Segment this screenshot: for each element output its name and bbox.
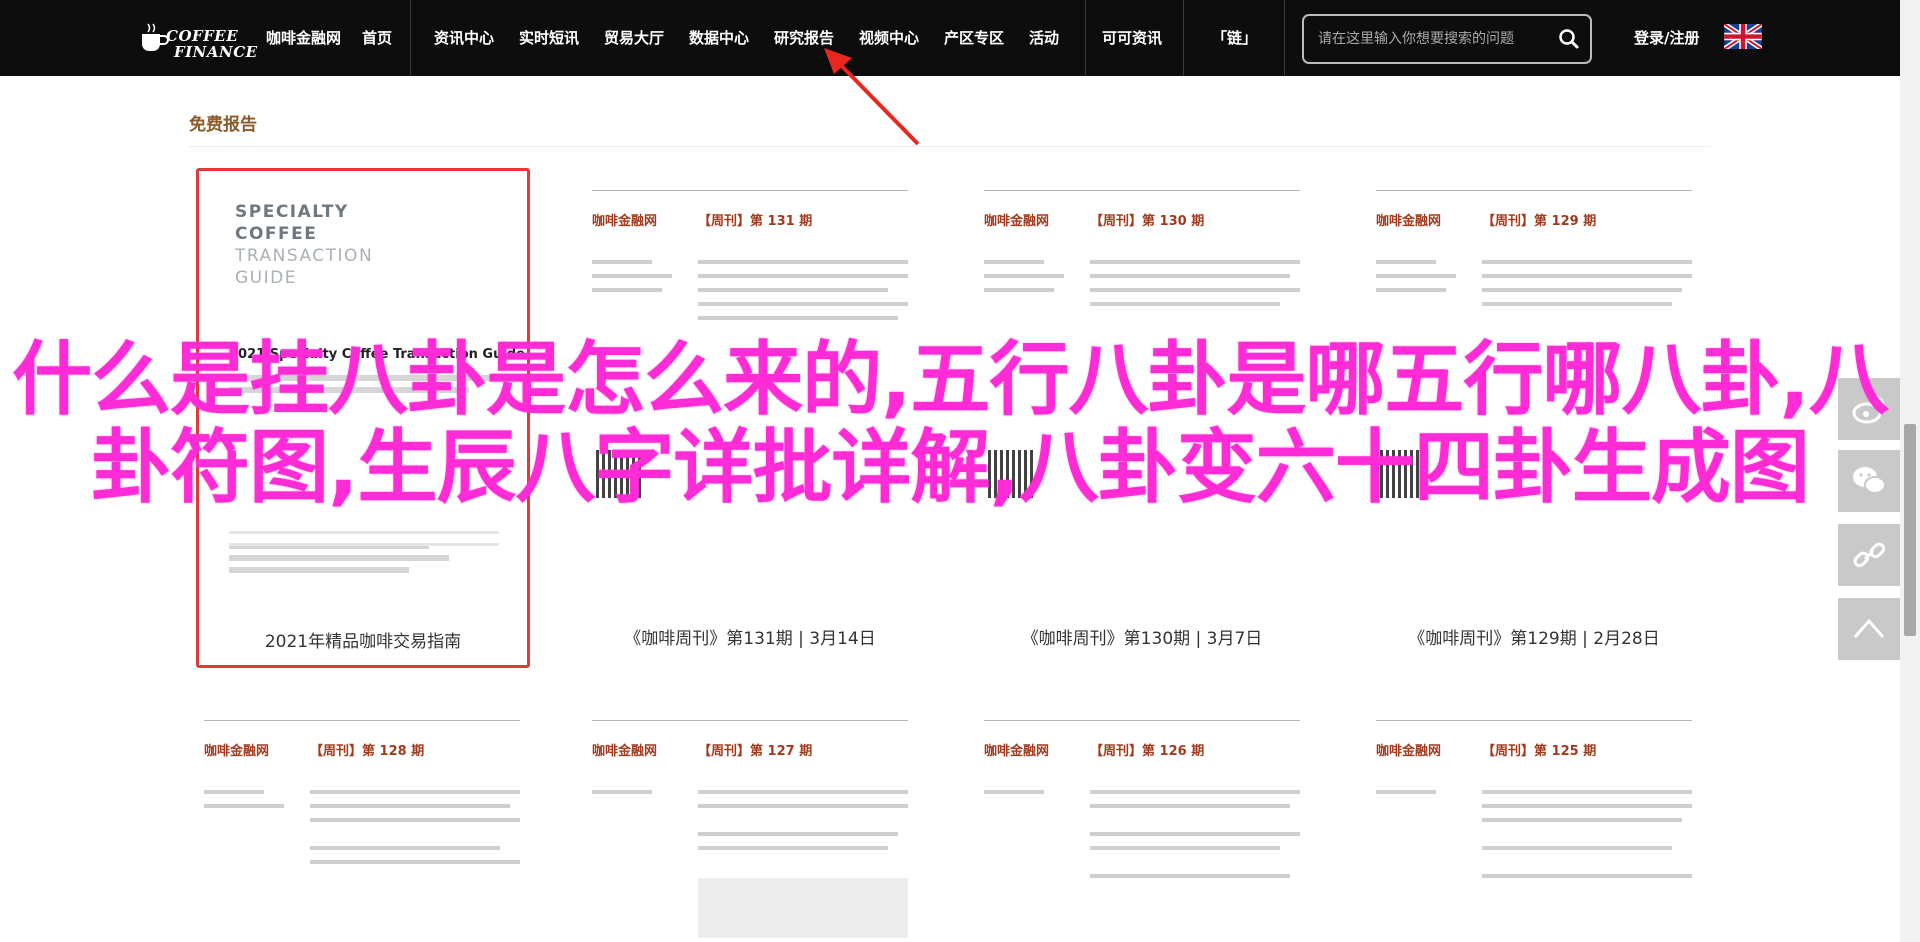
copy-link-button[interactable] [1838,524,1900,586]
logo-line-1: COFFEE [166,27,239,45]
doc-brand: 咖啡金融网 [1376,214,1442,229]
doc-brand: 咖啡金融网 [1376,744,1442,759]
report-card-weekly-125[interactable]: 咖啡金融网 【周刊】第 125 期 [1376,720,1692,942]
nav-home[interactable]: 首页 [362,0,392,76]
cover-text-line [229,567,409,573]
nav-divider [1183,0,1184,76]
cover-title-line: GUIDE [235,268,297,288]
nav-chain[interactable]: 「链」 [1212,0,1257,76]
doc-brand: 咖啡金融网 [984,214,1050,229]
doc-issue-number: 【周刊】第 127 期 [698,744,813,759]
section-title: 免费报告 [189,115,257,135]
doc-issue-number: 【周刊】第 126 期 [1090,744,1205,759]
uk-flag-icon[interactable] [1724,24,1762,49]
share-link-icon [1853,542,1886,568]
search-box [1302,14,1592,64]
top-navigation-bar: COFFEE FINANCE 咖啡金融网 首页 资讯中心 实时短讯 贸易大厅 数… [0,0,1900,76]
search-icon[interactable] [1556,26,1582,52]
logo-line-2: FINANCE [174,43,258,61]
report-card-weekly-128[interactable]: 咖啡金融网 【周刊】第 128 期 [204,720,520,942]
nav-site-name[interactable]: 咖啡金融网 [266,0,341,76]
nav-divider [410,0,411,76]
nav-flash-news[interactable]: 实时短讯 [519,0,579,76]
report-caption[interactable]: 2021年精品咖啡交易指南 [199,627,527,652]
logo-wordmark: COFFEE FINANCE [166,28,258,60]
doc-issue-number: 【周刊】第 130 期 [1090,214,1205,229]
report-card-weekly-126[interactable]: 咖啡金融网 【周刊】第 126 期 [984,720,1300,942]
cover-title-line: TRANSACTION [235,246,374,266]
doc-issue-number: 【周刊】第 131 期 [698,214,813,229]
report-caption[interactable]: 《咖啡周刊》第130期 | 3月7日 [984,624,1300,649]
doc-brand: 咖啡金融网 [592,744,658,759]
report-caption[interactable]: 《咖啡周刊》第131期 | 3月14日 [592,624,908,649]
nav-origin-zone[interactable]: 产区专区 [944,0,1004,76]
nav-divider [1085,0,1086,76]
cover-text-line [229,555,449,561]
doc-brand: 咖啡金融网 [592,214,658,229]
overlay-headline: 什么是挂八卦是怎么来的,五行八卦是哪五行哪八卦,八卦符图,生辰八字详批详解,八卦… [12,333,1889,514]
nav-events[interactable]: 活动 [1029,0,1059,76]
doc-issue-number: 【周刊】第 128 期 [310,744,425,759]
login-register-link[interactable]: 登录/注册 [1634,0,1699,76]
doc-issue-number: 【周刊】第 125 期 [1482,744,1597,759]
nav-data-center[interactable]: 数据中心 [689,0,749,76]
report-card-weekly-127[interactable]: 咖啡金融网 【周刊】第 127 期 [592,720,908,942]
nav-trade-hall[interactable]: 贸易大厅 [604,0,664,76]
search-input[interactable] [1318,28,1548,50]
doc-brand: 咖啡金融网 [204,744,270,759]
nav-cocoa-news[interactable]: 可可资讯 [1102,0,1162,76]
back-to-top-icon [1853,618,1885,638]
section-divider [189,146,1711,147]
cover-title-line: SPECIALTY [235,202,349,222]
page-scrollbar-thumb[interactable] [1904,424,1916,636]
report-caption[interactable]: 《咖啡周刊》第129期 | 2月28日 [1376,624,1692,649]
doc-brand: 咖啡金融网 [984,744,1050,759]
red-arrow-annotation [824,48,920,146]
cover-title-line: COFFEE [235,224,318,244]
coffee-finance-logo[interactable]: COFFEE FINANCE [136,10,260,66]
doc-issue-number: 【周刊】第 129 期 [1482,214,1597,229]
back-to-top-button[interactable] [1838,598,1900,660]
nav-news-center[interactable]: 资讯中心 [434,0,494,76]
nav-divider [1284,0,1285,76]
